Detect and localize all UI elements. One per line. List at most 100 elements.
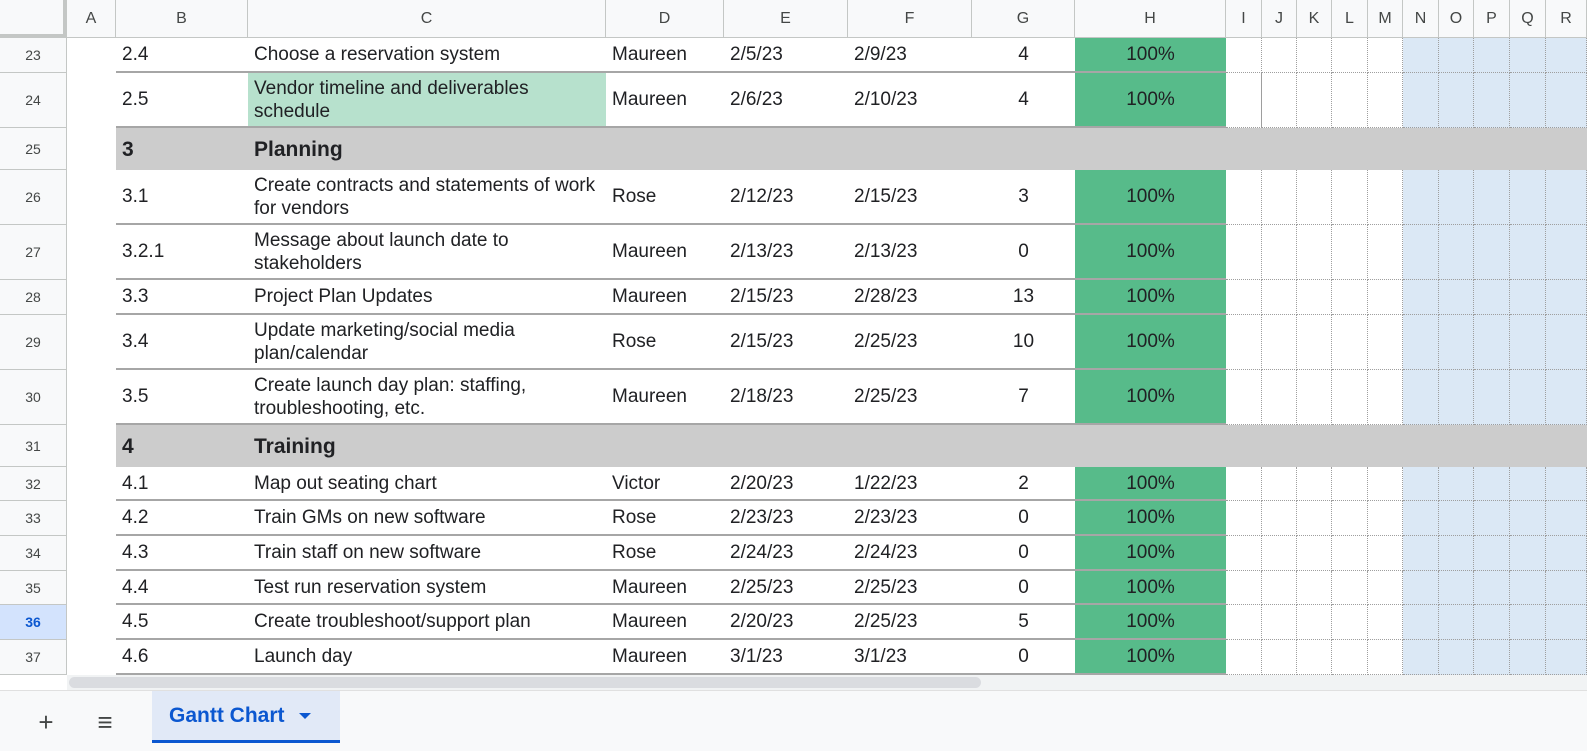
gantt-cell-o[interactable]: [1439, 536, 1474, 571]
gantt-cell-q[interactable]: [1510, 501, 1546, 536]
task-id-cell[interactable]: 4.6: [116, 640, 248, 675]
section-title-cell[interactable]: Training: [248, 425, 606, 467]
gantt-cell-o[interactable]: [1439, 467, 1474, 501]
gantt-cell-q[interactable]: [1510, 315, 1546, 370]
gantt-cell-i[interactable]: [1226, 536, 1262, 571]
gantt-cell-o[interactable]: [1439, 501, 1474, 536]
gantt-cell-p[interactable]: [1474, 315, 1510, 370]
end-date-cell[interactable]: 2/25/23: [848, 571, 972, 605]
row-header-33[interactable]: 33: [0, 501, 67, 536]
gantt-cell-q[interactable]: [1510, 73, 1546, 128]
gantt-cell-k[interactable]: [1297, 605, 1332, 640]
task-name-cell[interactable]: Train GMs on new software: [248, 501, 606, 536]
cell-a[interactable]: [67, 73, 116, 128]
gantt-cell-n[interactable]: [1403, 605, 1439, 640]
column-header-j[interactable]: J: [1262, 0, 1297, 38]
gantt-cell-o[interactable]: [1439, 640, 1474, 675]
gantt-cell-r[interactable]: [1546, 370, 1587, 425]
task-name-cell[interactable]: Vendor timeline and deliverables schedul…: [248, 73, 606, 128]
row-header-26[interactable]: 26: [0, 170, 67, 225]
gantt-cell-r[interactable]: [1546, 640, 1587, 675]
gantt-cell-l[interactable]: [1332, 467, 1368, 501]
gantt-cell-m[interactable]: [1368, 467, 1403, 501]
gantt-cell-l[interactable]: [1332, 73, 1368, 128]
gantt-cell-n[interactable]: [1403, 571, 1439, 605]
gantt-cell-k[interactable]: [1297, 170, 1332, 225]
gantt-cell-j[interactable]: [1262, 571, 1297, 605]
gantt-cell-m[interactable]: [1368, 38, 1403, 73]
column-header-p[interactable]: P: [1474, 0, 1510, 38]
gantt-cell-n[interactable]: [1403, 370, 1439, 425]
task-name-cell[interactable]: Map out seating chart: [248, 467, 606, 501]
cell-a[interactable]: [67, 571, 116, 605]
gantt-cell-j[interactable]: [1262, 605, 1297, 640]
gantt-cell-n[interactable]: [1403, 280, 1439, 315]
gantt-cell-r[interactable]: [1546, 501, 1587, 536]
owner-cell[interactable]: Maureen: [606, 571, 724, 605]
gantt-cell-i[interactable]: [1226, 38, 1262, 73]
task-name-cell[interactable]: Message about launch date to stakeholder…: [248, 225, 606, 280]
cell-a[interactable]: [67, 605, 116, 640]
gantt-cell-p[interactable]: [1474, 73, 1510, 128]
gantt-cell-o[interactable]: [1439, 370, 1474, 425]
owner-cell[interactable]: Maureen: [606, 605, 724, 640]
gantt-cell-l[interactable]: [1332, 225, 1368, 280]
owner-cell[interactable]: Rose: [606, 170, 724, 225]
gantt-cell-i[interactable]: [1226, 315, 1262, 370]
percent-complete-cell[interactable]: 100%: [1075, 73, 1226, 128]
cell-a[interactable]: [67, 280, 116, 315]
gantt-cell-q[interactable]: [1510, 370, 1546, 425]
percent-complete-cell[interactable]: 100%: [1075, 170, 1226, 225]
gantt-cell-k[interactable]: [1297, 225, 1332, 280]
gantt-cell-n[interactable]: [1403, 536, 1439, 571]
gantt-cell-n[interactable]: [1403, 315, 1439, 370]
column-header-c[interactable]: C: [248, 0, 606, 38]
gantt-cell-l[interactable]: [1332, 170, 1368, 225]
gantt-cell-o[interactable]: [1439, 170, 1474, 225]
scrollbar-thumb[interactable]: [69, 677, 981, 688]
gantt-cell-j[interactable]: [1262, 370, 1297, 425]
gantt-cell-n[interactable]: [1403, 501, 1439, 536]
gantt-cell-j[interactable]: [1262, 73, 1297, 128]
task-name-cell[interactable]: Update marketing/social media plan/calen…: [248, 315, 606, 370]
start-date-cell[interactable]: 2/25/23: [724, 571, 848, 605]
section-id-cell[interactable]: 4: [116, 425, 248, 467]
owner-cell[interactable]: Maureen: [606, 640, 724, 675]
column-header-q[interactable]: Q: [1510, 0, 1546, 38]
gantt-cell-j[interactable]: [1262, 501, 1297, 536]
column-header-e[interactable]: E: [724, 0, 848, 38]
row-header-30[interactable]: 30: [0, 370, 67, 425]
duration-cell[interactable]: 0: [972, 571, 1075, 605]
end-date-cell[interactable]: 2/25/23: [848, 315, 972, 370]
task-id-cell[interactable]: 3.5: [116, 370, 248, 425]
gantt-cell-n[interactable]: [1403, 38, 1439, 73]
row-header-23[interactable]: 23: [0, 38, 67, 73]
end-date-cell[interactable]: 2/24/23: [848, 536, 972, 571]
owner-cell[interactable]: Maureen: [606, 225, 724, 280]
gantt-cell-k[interactable]: [1297, 571, 1332, 605]
task-id-cell[interactable]: 4.2: [116, 501, 248, 536]
spreadsheet-grid[interactable]: ABCDEFGHIJKLMNOPQR 23 2.4 Choose a reserva…: [0, 0, 1587, 690]
horizontal-scrollbar[interactable]: [67, 675, 1587, 690]
gantt-cell-l[interactable]: [1332, 315, 1368, 370]
cell-a[interactable]: [67, 38, 116, 73]
gantt-cell-r[interactable]: [1546, 170, 1587, 225]
gantt-cell-j[interactable]: [1262, 280, 1297, 315]
gantt-cell-l[interactable]: [1332, 370, 1368, 425]
gantt-cell-r[interactable]: [1546, 38, 1587, 73]
gantt-cell-q[interactable]: [1510, 170, 1546, 225]
start-date-cell[interactable]: 2/23/23: [724, 501, 848, 536]
start-date-cell[interactable]: 2/12/23: [724, 170, 848, 225]
gantt-cell-p[interactable]: [1474, 170, 1510, 225]
duration-cell[interactable]: 0: [972, 501, 1075, 536]
caret-down-icon[interactable]: [298, 712, 311, 719]
cell-a[interactable]: [67, 501, 116, 536]
percent-complete-cell[interactable]: 100%: [1075, 501, 1226, 536]
cell-a[interactable]: [67, 170, 116, 225]
gantt-cell-k[interactable]: [1297, 640, 1332, 675]
gantt-cell-o[interactable]: [1439, 280, 1474, 315]
end-date-cell[interactable]: 2/10/23: [848, 73, 972, 128]
gantt-cell-q[interactable]: [1510, 640, 1546, 675]
cell-a[interactable]: [67, 370, 116, 425]
duration-cell[interactable]: 0: [972, 640, 1075, 675]
